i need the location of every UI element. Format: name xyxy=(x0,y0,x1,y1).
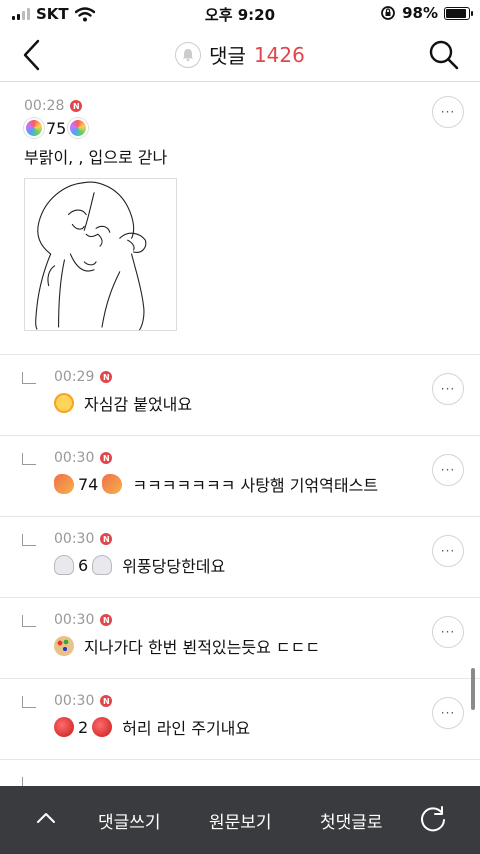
new-badge: N xyxy=(100,452,113,464)
user-level: 75 xyxy=(24,118,480,138)
comment-time: 00:30 xyxy=(54,531,95,547)
comment-time: 00:30 xyxy=(54,612,95,628)
sun-icon xyxy=(54,393,74,413)
new-badge: N xyxy=(100,614,113,626)
scroll-top-button[interactable] xyxy=(34,806,58,830)
status-bar: SKT 오후 9:20 98% xyxy=(0,0,480,28)
new-badge: N xyxy=(100,695,113,707)
more-options-button[interactable]: ··· xyxy=(432,535,464,567)
reply-item: 00:30 N 74 ㅋㅋㅋㅋㅋㅋㅋ 사탕햄 기얶역태스트 ··· xyxy=(0,436,480,517)
lollipop-icon xyxy=(68,118,89,138)
reply-item: 00:29 N 자심감 붙었내요 ··· xyxy=(0,355,480,436)
comment-row: 6 위풍당당한데요 xyxy=(54,553,480,577)
more-options-button[interactable]: ··· xyxy=(432,697,464,729)
comment-time: 00:28 xyxy=(24,98,65,114)
comment-meta: 00:30 N xyxy=(54,693,480,709)
write-comment-button[interactable]: 댓글쓰기 xyxy=(98,808,161,833)
comment-text: ㅋㅋㅋㅋㅋㅋㅋ 사탕햄 기얶역태스트 xyxy=(132,476,379,495)
view-original-button[interactable]: 원문보기 xyxy=(209,808,272,833)
comment-meta: 00:30 N xyxy=(54,450,480,466)
refresh-icon[interactable] xyxy=(418,804,448,834)
new-badge: N xyxy=(100,533,113,545)
level-number: 6 xyxy=(78,555,89,575)
lollipop-icon xyxy=(24,118,44,138)
header-title-group: 댓글 1426 xyxy=(0,40,480,69)
comment-count: 1426 xyxy=(253,42,305,67)
comment-text: 지나가다 한번 뵌적있는듯요 ㄷㄷㄷ xyxy=(84,638,321,657)
reply-arrow-icon xyxy=(22,696,36,708)
reply-item: 00:30 N 2 허리 라인 주기내요 ··· xyxy=(0,679,480,760)
comment-meta: 00:28 N xyxy=(24,98,480,114)
shrimp-icon xyxy=(54,474,74,494)
more-options-button[interactable]: ··· xyxy=(432,616,464,648)
ghost-icon xyxy=(54,555,74,575)
reply-arrow-icon xyxy=(22,453,36,465)
comment-meta: 00:30 N xyxy=(54,531,480,547)
shrimp-icon xyxy=(102,474,123,494)
reply-arrow-icon xyxy=(22,615,36,627)
header: 댓글 1426 xyxy=(0,28,480,82)
comment-row: 지나가다 한번 뵌적있는듯요 ㄷㄷㄷ xyxy=(54,634,480,658)
apple-icon xyxy=(54,717,74,737)
new-badge: N xyxy=(70,100,83,112)
comment-meta: 00:29 N xyxy=(54,369,480,385)
comment-time: 00:30 xyxy=(54,450,95,466)
new-badge: N xyxy=(100,371,113,383)
reply-arrow-icon xyxy=(22,534,36,546)
more-options-button[interactable]: ··· xyxy=(432,373,464,405)
status-right: 98% xyxy=(380,4,473,22)
apple-icon xyxy=(92,717,113,737)
page-title: 댓글 xyxy=(209,44,246,68)
reply-arrow-icon xyxy=(22,777,36,786)
more-options-button[interactable]: ··· xyxy=(432,454,464,486)
first-comment-button[interactable]: 첫댓글로 xyxy=(320,808,383,833)
comment-item: 00:28 N 75 부랅이, , 입으로 갇나 ··· xyxy=(0,82,480,355)
battery-percent: 98% xyxy=(402,4,438,22)
comment-row: 자심감 붙었내요 xyxy=(54,391,480,415)
level-number: 2 xyxy=(78,717,89,737)
drawing-image[interactable] xyxy=(24,178,177,331)
comment-list[interactable]: 00:28 N 75 부랅이, , 입으로 갇나 ··· 00:29 N 자심감… xyxy=(0,82,480,786)
palette-icon xyxy=(54,636,74,656)
ghost-icon xyxy=(92,555,113,575)
reply-arrow-icon xyxy=(22,372,36,384)
reply-item: 00:30 N 지나가다 한번 뵌적있는듯요 ㄷㄷㄷ ··· xyxy=(0,598,480,679)
comment-time: 00:29 xyxy=(54,369,95,385)
level-number: 74 xyxy=(78,474,99,494)
comment-text: 자심감 붙었내요 xyxy=(84,395,193,414)
comment-text: 부랅이, , 입으로 갇나 xyxy=(24,148,168,167)
comment-time: 00:30 xyxy=(54,693,95,709)
battery-icon xyxy=(444,6,473,20)
comment-text: 허리 라인 주기내요 xyxy=(122,719,251,738)
comment-row: 2 허리 라인 주기내요 xyxy=(54,715,480,739)
rotation-lock-icon xyxy=(381,6,395,20)
scrollbar[interactable] xyxy=(471,668,475,710)
more-options-button[interactable]: ··· xyxy=(432,96,464,128)
bell-icon[interactable] xyxy=(175,41,202,68)
bottom-toolbar: 댓글쓰기 원문보기 첫댓글로 xyxy=(0,786,480,854)
search-button[interactable] xyxy=(428,38,460,72)
reply-item: 00:30 N 6 위풍당당한데요 ··· xyxy=(0,517,480,598)
comment-row: 74 ㅋㅋㅋㅋㅋㅋㅋ 사탕햄 기얶역태스트 xyxy=(54,472,480,496)
comment-text: 위풍당당한데요 xyxy=(122,557,226,576)
comment-meta: 00:30 N xyxy=(54,612,480,628)
reply-item-partial xyxy=(0,760,480,786)
level-number: 75 xyxy=(46,118,67,138)
